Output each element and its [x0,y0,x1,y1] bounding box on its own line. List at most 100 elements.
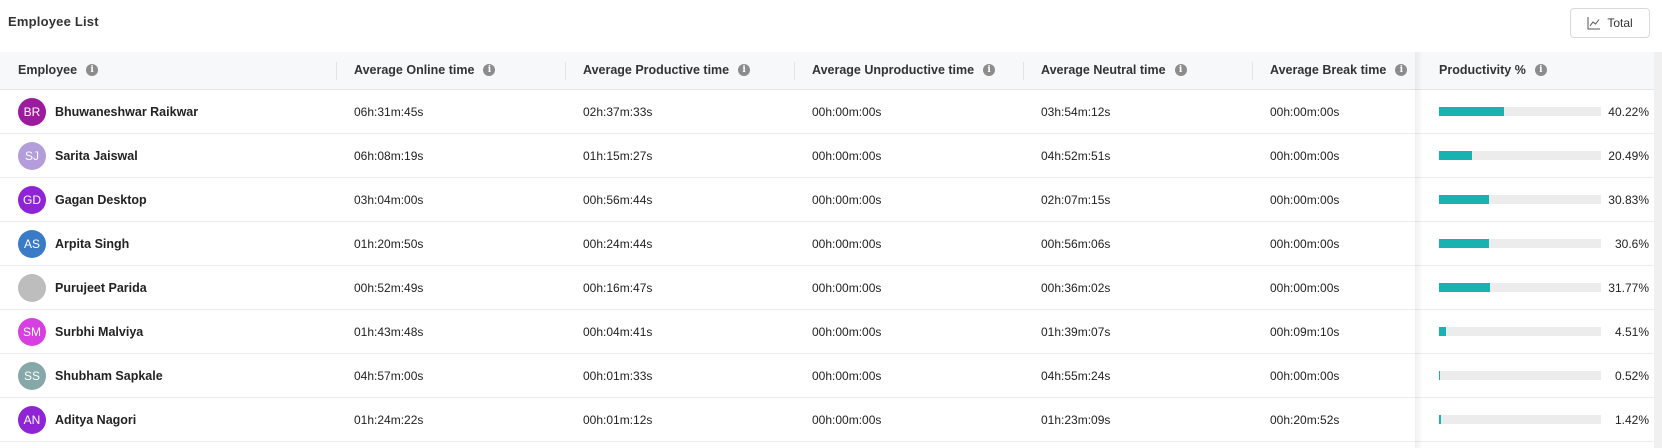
info-icon[interactable]: i [983,64,996,76]
break-time: 00h:00m:00s [1270,104,1340,119]
employee-table: Employee i Average Online time i Average… [0,52,1662,442]
employee-cell[interactable]: AN Aditya Nagori [18,405,136,434]
productivity-bar [1439,195,1601,204]
column-header-neutral[interactable]: Average Neutral time i [1041,63,1187,77]
employee-name[interactable]: Arpita Singh [55,237,129,251]
table-row[interactable]: AN Aditya Nagori 01h:24m:22s 00h:01m:12s… [0,398,1662,442]
productivity-bar [1439,415,1601,424]
unproductive-time: 00h:00m:00s [812,192,882,207]
column-header-unproductive[interactable]: Average Unproductive time i [812,63,996,77]
productive-time: 00h:01m:12s [583,412,653,427]
online-time: 01h:24m:22s [354,412,424,427]
productivity-percent: 20.49% [1608,148,1649,163]
employee-name[interactable]: Gagan Desktop [55,193,147,207]
productivity-bar-fill [1439,195,1489,204]
info-icon[interactable]: i [86,64,99,76]
neutral-time: 00h:56m:06s [1041,236,1111,251]
employee-name[interactable]: Aditya Nagori [55,413,136,427]
productivity-percent: 40.22% [1608,104,1649,119]
break-time: 00h:09m:10s [1270,324,1340,339]
column-header-productivity[interactable]: Productivity % i [1439,63,1547,77]
column-header-productive[interactable]: Average Productive time i [583,63,751,77]
employee-name[interactable]: Shubham Sapkale [55,369,163,383]
online-time: 00h:52m:49s [354,280,424,295]
column-header-label: Average Break time [1270,63,1387,77]
productivity-bar [1439,283,1601,292]
productivity-percent: 0.52% [1614,368,1649,383]
info-icon[interactable]: i [1395,64,1408,76]
employee-name[interactable]: Sarita Jaiswal [55,149,138,163]
productive-time: 01h:15m:27s [583,148,653,163]
productive-time: 00h:01m:33s [583,368,653,383]
unproductive-time: 00h:00m:00s [812,280,882,295]
employee-cell[interactable]: SS Shubham Sapkale [18,361,163,390]
column-header-break[interactable]: Average Break time i [1270,63,1408,77]
employee-cell[interactable]: BR Bhuwaneshwar Raikwar [18,97,198,126]
break-time: 00h:00m:00s [1270,368,1340,383]
column-header-label: Average Neutral time [1041,63,1166,77]
avatar: BR [18,97,46,126]
neutral-time: 01h:39m:07s [1041,324,1111,339]
online-time: 06h:08m:19s [354,148,424,163]
unproductive-time: 00h:00m:00s [812,412,882,427]
column-divider [565,62,566,80]
total-button-label: Total [1607,16,1633,30]
table-row[interactable]: SJ Sarita Jaiswal 06h:08m:19s 01h:15m:27… [0,134,1662,178]
online-time: 01h:43m:48s [354,324,424,339]
employee-cell[interactable]: GD Gagan Desktop [18,185,147,214]
productivity-cell: 0.52% [1439,369,1649,383]
page-title: Employee List [8,14,99,29]
productivity-percent: 31.77% [1608,280,1649,295]
productivity-bar-fill [1439,151,1473,160]
avatar: AN [18,405,46,434]
productivity-bar-fill [1439,283,1491,292]
table-row[interactable]: GD Gagan Desktop 03h:04m:00s 00h:56m:44s… [0,178,1662,222]
productivity-bar-fill [1439,415,1442,424]
column-header-label: Average Online time [354,63,475,77]
total-button[interactable]: Total [1570,8,1650,38]
table-row[interactable]: Purujeet Parida 00h:52m:49s 00h:16m:47s … [0,266,1662,310]
online-time: 04h:57m:00s [354,368,424,383]
employee-cell[interactable]: AS Arpita Singh [18,229,129,258]
productivity-cell: 30.6% [1439,237,1649,251]
productivity-bar [1439,239,1601,248]
employee-cell[interactable]: SM Surbhi Malviya [18,317,143,346]
productivity-percent: 30.6% [1614,236,1649,251]
productivity-bar-fill [1439,327,1447,336]
column-header-label: Average Unproductive time [812,63,975,77]
unproductive-time: 00h:00m:00s [812,148,882,163]
column-header-label: Average Productive time [583,63,730,77]
info-icon[interactable]: i [483,64,496,76]
info-icon[interactable]: i [738,64,751,76]
table-row[interactable]: SM Surbhi Malviya 01h:43m:48s 00h:04m:41… [0,310,1662,354]
vertical-scrollbar[interactable] [1654,52,1662,448]
online-time: 06h:31m:45s [354,104,424,119]
productivity-cell: 4.51% [1439,325,1649,339]
productivity-bar-fill [1439,239,1489,248]
employee-cell[interactable]: Purujeet Parida [18,273,147,302]
unproductive-time: 00h:00m:00s [812,236,882,251]
break-time: 00h:00m:00s [1270,236,1340,251]
table-row[interactable]: AS Arpita Singh 01h:20m:50s 00h:24m:44s … [0,222,1662,266]
info-icon[interactable]: i [1174,64,1187,76]
avatar: SM [18,317,46,346]
productivity-cell: 31.77% [1439,281,1649,295]
unproductive-time: 00h:00m:00s [812,324,882,339]
table-body: BR Bhuwaneshwar Raikwar 06h:31m:45s 02h:… [0,90,1662,442]
employee-cell[interactable]: SJ Sarita Jaiswal [18,141,138,170]
info-icon[interactable]: i [1534,64,1547,76]
productivity-cell: 30.83% [1439,193,1649,207]
avatar: AS [18,229,46,258]
productive-time: 00h:16m:47s [583,280,653,295]
employee-name[interactable]: Bhuwaneshwar Raikwar [55,105,198,119]
column-header-online[interactable]: Average Online time i [354,63,496,77]
productive-time: 00h:24m:44s [583,236,653,251]
employee-name[interactable]: Surbhi Malviya [55,325,143,339]
break-time: 00h:00m:00s [1270,192,1340,207]
table-row[interactable]: BR Bhuwaneshwar Raikwar 06h:31m:45s 02h:… [0,90,1662,134]
column-header-employee[interactable]: Employee i [18,63,99,77]
table-row[interactable]: SS Shubham Sapkale 04h:57m:00s 00h:01m:3… [0,354,1662,398]
employee-name[interactable]: Purujeet Parida [55,281,147,295]
productive-time: 00h:56m:44s [583,192,653,207]
column-divider [794,62,795,80]
